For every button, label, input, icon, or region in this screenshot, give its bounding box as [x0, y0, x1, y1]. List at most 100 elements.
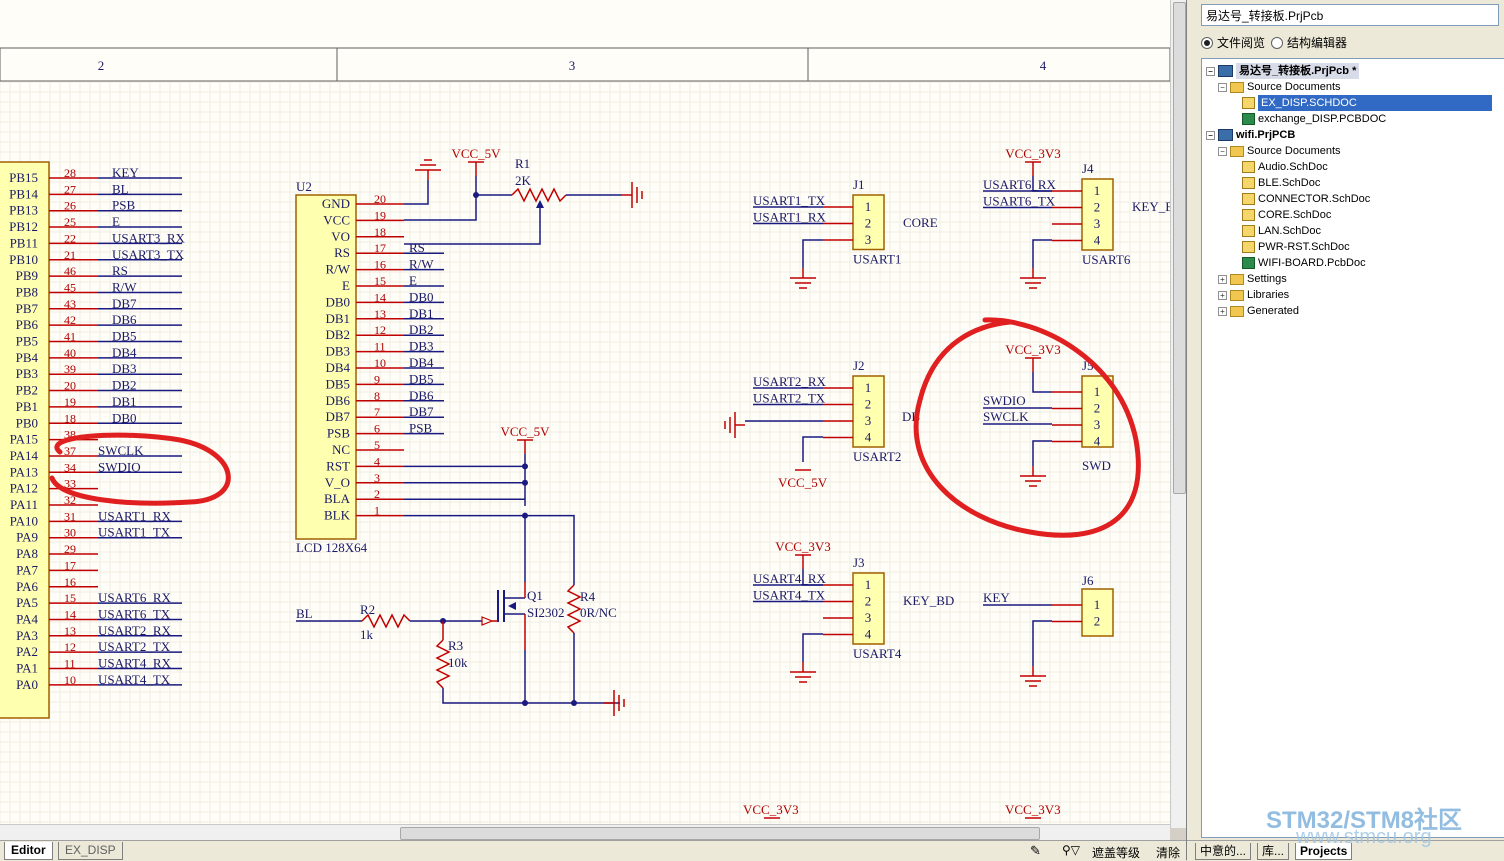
- expand-icon[interactable]: +: [1218, 290, 1227, 300]
- tree-item-settings[interactable]: + Settings: [1218, 271, 1287, 287]
- mcu-pin-number: 25: [64, 215, 76, 229]
- mcu-pin-number: 39: [64, 362, 76, 376]
- mcu-net-label: KEY: [112, 165, 139, 180]
- mcu-pin-name: PB1: [16, 399, 38, 414]
- mcu-pin-name: PA3: [16, 628, 38, 643]
- radio-file-view[interactable]: 文件阅览: [1201, 34, 1265, 51]
- mcu-net-label: DB2: [112, 378, 137, 393]
- tree-item-audio[interactable]: Audio.SchDoc: [1242, 159, 1328, 175]
- tree-label: 易达号_转接板.PrjPcb *: [1236, 63, 1360, 79]
- expand-icon[interactable]: +: [1218, 274, 1227, 284]
- resistor-value: 0R/NC: [580, 605, 617, 620]
- connector-pin-number: 1: [1094, 384, 1101, 399]
- tree-label: Source Documents: [1247, 81, 1341, 93]
- lcd-pin-number: 12: [374, 323, 386, 337]
- expand-icon[interactable]: +: [1218, 306, 1227, 316]
- collapse-icon[interactable]: −: [1218, 146, 1227, 156]
- mcu-pin-name: PB12: [9, 219, 38, 234]
- power-label: VCC_3V3: [1005, 802, 1061, 817]
- power-label: VCC_5V: [778, 475, 828, 490]
- radio-unselected-icon: [1271, 36, 1283, 49]
- lcd-pin-number: 9: [374, 372, 380, 386]
- mcu-pin-number: 16: [64, 575, 76, 589]
- lcd-pin-number: 16: [374, 258, 386, 272]
- vertical-scrollbar[interactable]: [1170, 0, 1187, 828]
- tree-item-wifi-board[interactable]: WIFI-BOARD.PcbDoc: [1242, 255, 1366, 271]
- tree-item-connector[interactable]: CONNECTOR.SchDoc: [1242, 191, 1370, 207]
- collapse-icon[interactable]: −: [1206, 66, 1215, 76]
- pen-icon[interactable]: ✎: [1030, 843, 1041, 859]
- wiper-arrow: [536, 200, 544, 208]
- connector-pin-number: 2: [865, 216, 872, 231]
- connector-ref: J2: [853, 358, 865, 373]
- tree-item-pwr-rst[interactable]: PWR-RST.SchDoc: [1242, 239, 1350, 255]
- scroll-thumb-horizontal[interactable]: [400, 827, 1040, 840]
- collapse-icon[interactable]: −: [1218, 82, 1227, 92]
- mcu-pin-number: 37: [64, 444, 76, 458]
- mcu-net-label: USART2_TX: [98, 639, 171, 654]
- radio-struct-editor[interactable]: 结构编辑器: [1271, 34, 1347, 51]
- schematic-sheet[interactable]: 2 3 4PB15 28 KEYPB14 27 BLPB13 26 PSBPB12 25 EPB11…: [0, 0, 1170, 828]
- project-dropdown[interactable]: 易达号_转接板.PrjPcb: [1201, 4, 1499, 26]
- mcu-pin-name: PB15: [9, 170, 38, 185]
- tree-item-libraries[interactable]: + Libraries: [1218, 287, 1289, 303]
- tree-item-generated[interactable]: + Generated: [1218, 303, 1299, 319]
- folder-icon: [1230, 81, 1244, 93]
- tree-item-source-docs-2[interactable]: − Source Documents: [1218, 143, 1341, 159]
- connector-net-label: USART6_TX: [983, 194, 1056, 209]
- mcu-net-label: USART1_TX: [98, 525, 171, 540]
- lcd-pin-number: 19: [374, 208, 386, 222]
- mcu-net-label: SWDIO: [98, 459, 141, 474]
- lcd-pin-name: VO: [331, 229, 350, 244]
- lcd-pin-number: 14: [374, 290, 386, 304]
- schematic-doc-icon: [1242, 193, 1255, 205]
- tree-item-source-docs-1[interactable]: − Source Documents: [1218, 79, 1341, 95]
- tree-item-core[interactable]: CORE.SchDoc: [1242, 207, 1331, 223]
- tree-label: Source Documents: [1247, 145, 1341, 157]
- tree-item-exchange-pcb[interactable]: exchange_DISP.PCBDOC: [1242, 111, 1386, 127]
- resistor-value: 10k: [448, 655, 468, 670]
- tree-item-ex-disp[interactable]: EX_DISP.SCHDOC: [1242, 95, 1492, 111]
- schematic-canvas[interactable]: 2 3 4 PB15 28 KEY PB14 27 BL PB13 26 PSB PB12 25 E PB11…: [0, 0, 1170, 828]
- mcu-net-label: USART4_TX: [98, 672, 171, 687]
- horizontal-scrollbar[interactable]: [0, 824, 1170, 841]
- project-tree[interactable]: − 易达号_转接板.PrjPcb * − Source Documents EX…: [1201, 58, 1504, 838]
- tree-item-ble[interactable]: BLE.SchDoc: [1242, 175, 1320, 191]
- connector-pin-number: 3: [865, 610, 872, 625]
- folder-icon: [1230, 305, 1244, 317]
- connector-side-label: KEY_BD: [903, 593, 954, 608]
- tab-editor[interactable]: Editor: [4, 842, 53, 860]
- tree-label: Generated: [1247, 305, 1299, 317]
- connector-ref: J3: [853, 555, 865, 570]
- tab-favorites[interactable]: 中意的...: [1195, 843, 1252, 860]
- net-label-bl: BL: [296, 606, 313, 621]
- mcu-pin-number: 15: [64, 591, 76, 605]
- mcu-net-label: USART3_RX: [112, 230, 186, 245]
- tab-ex-disp[interactable]: EX_DISP: [58, 842, 123, 860]
- radio-label: 结构编辑器: [1287, 36, 1348, 50]
- mcu-pin-name: PA5: [16, 595, 38, 610]
- tab-libraries[interactable]: 库...: [1257, 843, 1290, 860]
- connector-pin-number: 4: [1094, 233, 1101, 248]
- mcu-pin-number: 18: [64, 411, 76, 425]
- power-label: VCC_5V: [500, 424, 550, 439]
- lcd-pin-number: 3: [374, 471, 380, 485]
- connector-ref: J1: [853, 177, 865, 192]
- tree-item-project1[interactable]: − 易达号_转接板.PrjPcb *: [1206, 63, 1360, 79]
- mask-level-button[interactable]: 遮盖等级: [1092, 844, 1140, 861]
- status-bar: Editor EX_DISP ✎ ⚲▽ 遮盖等级 清除: [0, 840, 1186, 861]
- tree-item-project2[interactable]: − wifi.PrjPCB: [1206, 127, 1295, 143]
- connector-net-label: SWDIO: [983, 393, 1026, 408]
- mcu-pin-name: PB3: [16, 366, 38, 381]
- filter-icon[interactable]: ⚲▽: [1062, 843, 1080, 857]
- connector-pin-number: 1: [1094, 597, 1101, 612]
- connector-pin-number: 4: [1094, 434, 1101, 449]
- mcu-pin-number: 19: [64, 395, 76, 409]
- lcd-pin-name: DB4: [325, 360, 350, 375]
- tree-item-lan[interactable]: LAN.SchDoc: [1242, 223, 1321, 239]
- collapse-icon[interactable]: −: [1206, 130, 1215, 140]
- connector-pin-number: 2: [865, 397, 872, 412]
- scroll-thumb-vertical[interactable]: [1173, 2, 1186, 494]
- clear-button[interactable]: 清除: [1156, 844, 1180, 861]
- tree-label: PWR-RST.SchDoc: [1258, 241, 1350, 253]
